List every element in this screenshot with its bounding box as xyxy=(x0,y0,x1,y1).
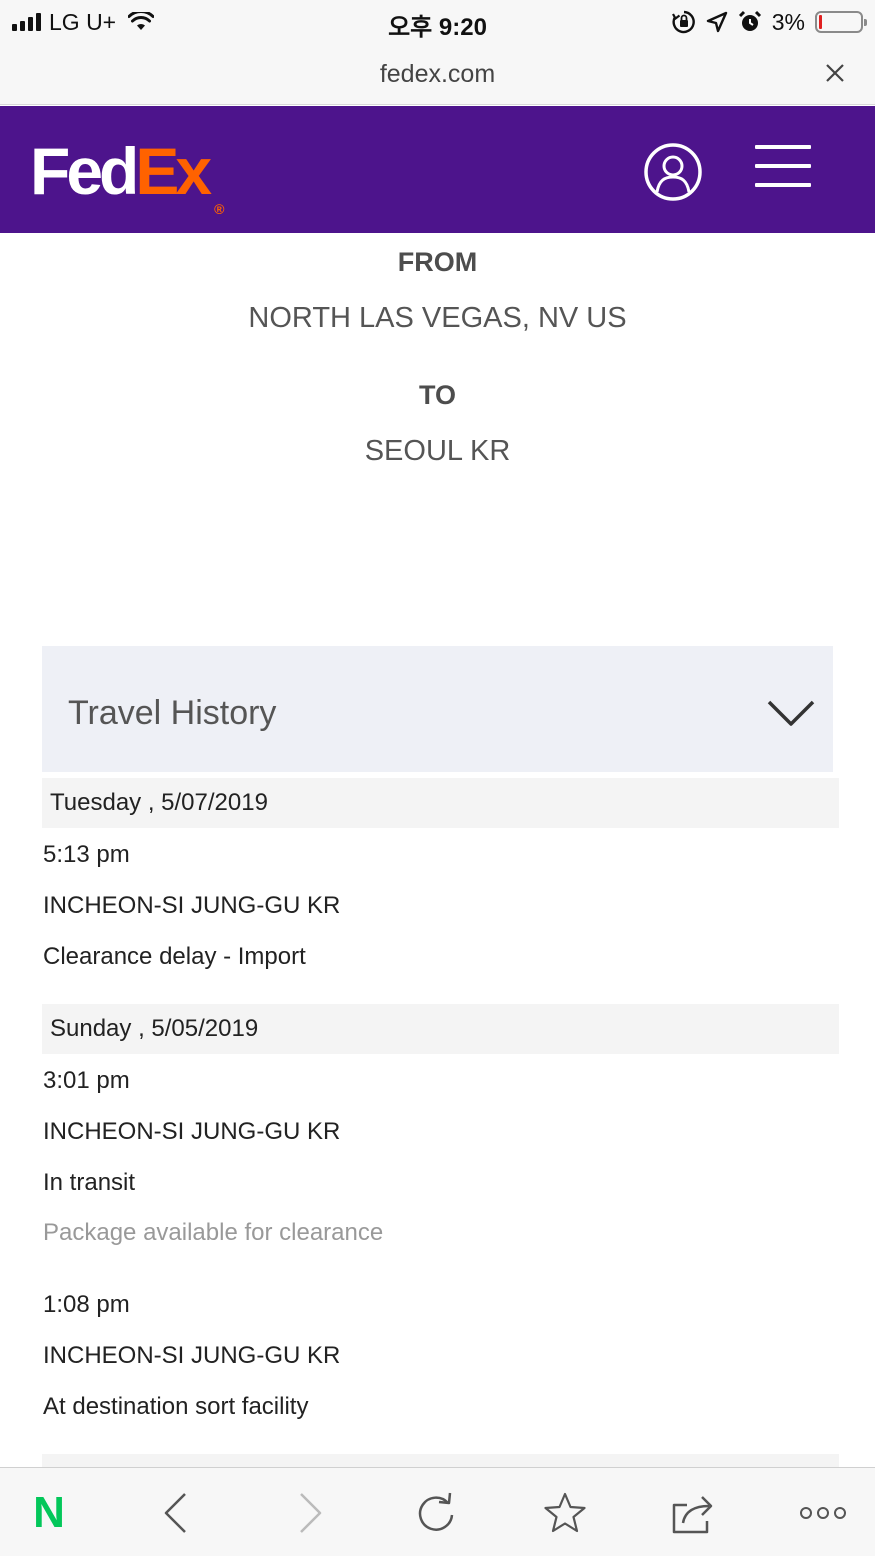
history-date: Tuesday , 5/07/2019 xyxy=(50,789,268,816)
naver-home-button[interactable]: N xyxy=(24,1488,74,1538)
browser-toolbar: N xyxy=(0,1467,875,1556)
chevron-down-icon[interactable] xyxy=(767,698,815,728)
naver-logo: N xyxy=(33,1488,65,1537)
more-icon[interactable] xyxy=(798,1505,848,1521)
browser-url-bar[interactable]: fedex.com xyxy=(0,46,875,105)
logo-fed: Fed xyxy=(30,134,139,208)
from-value: NORTH LAS VEGAS, NV US xyxy=(248,302,627,334)
back-button[interactable] xyxy=(151,1488,201,1538)
to-label: TO xyxy=(418,380,456,410)
travel-history-toggle[interactable]: Travel History xyxy=(42,646,833,772)
forward-button[interactable] xyxy=(285,1488,335,1538)
event-time: 5:13 pm xyxy=(43,841,130,868)
site-header: FedEx® xyxy=(0,106,875,233)
to-value: SEOUL KR xyxy=(364,435,511,467)
history-date-row: Sunday , 5/05/2019 xyxy=(42,1004,839,1054)
history-date-row: Tuesday , 5/07/2019 xyxy=(42,778,839,828)
bookmark-button[interactable] xyxy=(540,1488,590,1538)
event-location: INCHEON-SI JUNG-GU KR xyxy=(43,892,341,919)
event-location: INCHEON-SI JUNG-GU KR xyxy=(43,1342,341,1369)
orientation-lock-icon xyxy=(671,10,695,34)
event-status: In transit xyxy=(43,1169,136,1196)
battery-percent: 3% xyxy=(771,8,805,35)
event-status: At destination sort facility xyxy=(43,1393,309,1420)
alarm-clock-icon xyxy=(738,10,761,31)
share-icon[interactable] xyxy=(669,1491,717,1535)
bookmark-star-icon[interactable] xyxy=(542,1491,588,1535)
history-date: Sunday , 5/05/2019 xyxy=(50,1015,259,1042)
status-bar: LG U+ 오후 9:20 3% xyxy=(0,0,875,46)
event-location: INCHEON-SI JUNG-GU KR xyxy=(43,1118,341,1145)
status-bar-right: 3% xyxy=(671,7,867,37)
from-label: FROM xyxy=(397,247,478,277)
fedex-logo[interactable]: FedEx® xyxy=(30,134,224,217)
travel-history-title: Travel History xyxy=(68,694,277,732)
forward-icon[interactable] xyxy=(295,1491,325,1535)
url-text[interactable]: fedex.com xyxy=(0,60,875,89)
share-button[interactable] xyxy=(668,1488,718,1538)
event-status: Clearance delay - Import xyxy=(43,943,306,970)
hamburger-menu-icon[interactable] xyxy=(755,145,811,191)
refresh-icon[interactable] xyxy=(414,1491,458,1535)
user-circle-icon[interactable] xyxy=(643,142,703,202)
refresh-button[interactable] xyxy=(411,1488,461,1538)
location-arrow-icon xyxy=(706,11,727,33)
battery-level xyxy=(819,15,822,29)
logo-ex: Ex xyxy=(135,134,212,208)
more-button[interactable] xyxy=(797,1488,849,1538)
event-time: 3:01 pm xyxy=(43,1067,130,1094)
event-detail: Package available for clearance xyxy=(43,1219,384,1246)
back-icon[interactable] xyxy=(161,1491,191,1535)
battery-icon xyxy=(815,11,867,33)
event-time: 1:08 pm xyxy=(43,1291,130,1318)
logo-registered-mark: ® xyxy=(214,201,225,217)
history-date-row-partial xyxy=(42,1454,839,1468)
close-icon[interactable] xyxy=(823,61,847,85)
